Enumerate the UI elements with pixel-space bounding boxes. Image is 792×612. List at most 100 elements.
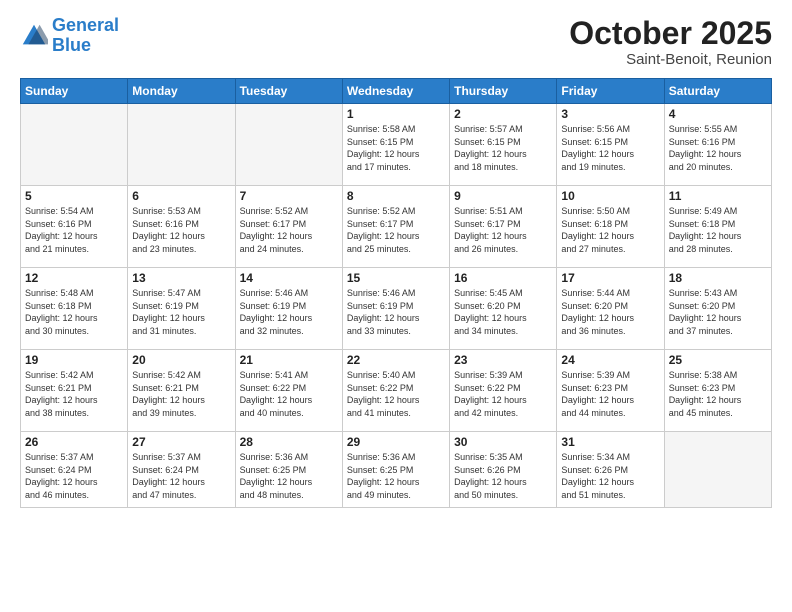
table-row: 16Sunrise: 5:45 AM Sunset: 6:20 PM Dayli…: [450, 268, 557, 350]
title-block: October 2025 Saint-Benoit, Reunion: [569, 16, 772, 68]
day-info: Sunrise: 5:39 AM Sunset: 6:23 PM Dayligh…: [561, 369, 659, 419]
header: General Blue October 2025 Saint-Benoit, …: [20, 16, 772, 68]
table-row: 23 Sunrise: 5:39 AM Sunset: 6:22 PM Dayli…: [450, 350, 557, 432]
table-row: 27 Sunrise: 5:37 AM Sunset: 6:24 PM Dayli…: [128, 432, 235, 508]
day-info: Sunrise: 5:53 AM Sunset: 6:16 PM Dayligh…: [132, 205, 230, 255]
day-info: Sunrise: 5:44 AM Sunset: 6:20 PM Dayligh…: [561, 287, 659, 337]
table-row: 25 Sunrise: 5:38 AM Sunset: 6:23 PM Dayli…: [664, 350, 771, 432]
day-number: 16: [454, 271, 552, 285]
table-row: 7 Sunrise: 5:52 AM Sunset: 6:17 PM Daylig…: [235, 186, 342, 268]
location-subtitle: Saint-Benoit, Reunion: [569, 51, 772, 68]
day-number: 18: [669, 271, 767, 285]
day-number: 21: [240, 353, 338, 367]
day-number: 26: [25, 435, 123, 449]
day-info: Sunrise: 5:40 AM Sunset: 6:22 PM Dayligh…: [347, 369, 445, 419]
table-row: 26 Sunrise: 5:37 AM Sunset: 6:24 PM Dayli…: [21, 432, 128, 508]
table-row: [664, 432, 771, 508]
day-number: 23: [454, 353, 552, 367]
day-info: Sunrise: 5:37 AM Sunset: 6:24 PM Dayligh…: [132, 451, 230, 501]
day-info: Sunrise: 5:41 AM Sunset: 6:22 PM Dayligh…: [240, 369, 338, 419]
table-row: 14 Sunrise: 5:46 AM Sunset: 6:19 PM Dayli…: [235, 268, 342, 350]
day-info: Sunrise: 5:47 AM Sunset: 6:19 PM Dayligh…: [132, 287, 230, 337]
table-row: [235, 104, 342, 186]
col-sunday: Sunday: [21, 79, 128, 104]
day-info: Sunrise: 5:37 AM Sunset: 6:24 PM Dayligh…: [25, 451, 123, 501]
day-info: Sunrise: 5:55 AM Sunset: 6:16 PM Dayligh…: [669, 123, 767, 173]
day-info: Sunrise: 5:46 AM Sunset: 6:19 PM Dayligh…: [347, 287, 445, 337]
day-info: Sunrise: 5:42 AM Sunset: 6:21 PM Dayligh…: [25, 369, 123, 419]
day-number: 27: [132, 435, 230, 449]
logo-text: General Blue: [52, 16, 119, 56]
calendar: Sunday Monday Tuesday Wednesday Thursday…: [20, 78, 772, 508]
table-row: 20 Sunrise: 5:42 AM Sunset: 6:21 PM Dayli…: [128, 350, 235, 432]
day-number: 9: [454, 189, 552, 203]
day-info: Sunrise: 5:42 AM Sunset: 6:21 PM Dayligh…: [132, 369, 230, 419]
table-row: 10 Sunrise: 5:50 AM Sunset: 6:18 PM Dayli…: [557, 186, 664, 268]
day-info: Sunrise: 5:51 AM Sunset: 6:17 PM Dayligh…: [454, 205, 552, 255]
table-row: 29 Sunrise: 5:36 AM Sunset: 6:25 PM Dayli…: [342, 432, 449, 508]
table-row: 3 Sunrise: 5:56 AM Sunset: 6:15 PM Daylig…: [557, 104, 664, 186]
page: General Blue October 2025 Saint-Benoit, …: [0, 0, 792, 612]
day-info: Sunrise: 5:36 AM Sunset: 6:25 PM Dayligh…: [347, 451, 445, 501]
day-number: 22: [347, 353, 445, 367]
day-number: 11: [669, 189, 767, 203]
table-row: 2 Sunrise: 5:57 AM Sunset: 6:15 PM Daylig…: [450, 104, 557, 186]
day-number: 25: [669, 353, 767, 367]
col-thursday: Thursday: [450, 79, 557, 104]
table-row: 30 Sunrise: 5:35 AM Sunset: 6:26 PM Dayli…: [450, 432, 557, 508]
day-number: 30: [454, 435, 552, 449]
day-number: 29: [347, 435, 445, 449]
table-row: 4 Sunrise: 5:55 AM Sunset: 6:16 PM Daylig…: [664, 104, 771, 186]
day-info: Sunrise: 5:52 AM Sunset: 6:17 PM Dayligh…: [240, 205, 338, 255]
day-number: 12: [25, 271, 123, 285]
day-number: 10: [561, 189, 659, 203]
day-number: 31: [561, 435, 659, 449]
calendar-body: 1Sunrise: 5:58 AM Sunset: 6:15 PM Daylig…: [21, 104, 772, 508]
logo: General Blue: [20, 16, 119, 56]
logo-icon: [20, 22, 48, 50]
day-number: 24: [561, 353, 659, 367]
table-row: 31 Sunrise: 5:34 AM Sunset: 6:26 PM Dayli…: [557, 432, 664, 508]
day-info: Sunrise: 5:57 AM Sunset: 6:15 PM Dayligh…: [454, 123, 552, 173]
day-info: Sunrise: 5:49 AM Sunset: 6:18 PM Dayligh…: [669, 205, 767, 255]
calendar-header-row: Sunday Monday Tuesday Wednesday Thursday…: [21, 79, 772, 104]
day-info: Sunrise: 5:58 AM Sunset: 6:15 PM Dayligh…: [347, 123, 445, 173]
col-wednesday: Wednesday: [342, 79, 449, 104]
col-saturday: Saturday: [664, 79, 771, 104]
day-info: Sunrise: 5:46 AM Sunset: 6:19 PM Dayligh…: [240, 287, 338, 337]
day-info: Sunrise: 5:39 AM Sunset: 6:22 PM Dayligh…: [454, 369, 552, 419]
day-number: 4: [669, 107, 767, 121]
table-row: 19 Sunrise: 5:42 AM Sunset: 6:21 PM Dayli…: [21, 350, 128, 432]
day-info: Sunrise: 5:56 AM Sunset: 6:15 PM Dayligh…: [561, 123, 659, 173]
day-number: 15: [347, 271, 445, 285]
day-info: Sunrise: 5:52 AM Sunset: 6:17 PM Dayligh…: [347, 205, 445, 255]
day-number: 17: [561, 271, 659, 285]
day-number: 20: [132, 353, 230, 367]
table-row: 8 Sunrise: 5:52 AM Sunset: 6:17 PM Daylig…: [342, 186, 449, 268]
table-row: [21, 104, 128, 186]
table-row: 5Sunrise: 5:54 AM Sunset: 6:16 PM Daylig…: [21, 186, 128, 268]
day-info: Sunrise: 5:43 AM Sunset: 6:20 PM Dayligh…: [669, 287, 767, 337]
day-info: Sunrise: 5:50 AM Sunset: 6:18 PM Dayligh…: [561, 205, 659, 255]
table-row: 17 Sunrise: 5:44 AM Sunset: 6:20 PM Dayli…: [557, 268, 664, 350]
table-row: 22 Sunrise: 5:40 AM Sunset: 6:22 PM Dayli…: [342, 350, 449, 432]
day-number: 13: [132, 271, 230, 285]
table-row: 9 Sunrise: 5:51 AM Sunset: 6:17 PM Daylig…: [450, 186, 557, 268]
table-row: 13 Sunrise: 5:47 AM Sunset: 6:19 PM Dayli…: [128, 268, 235, 350]
day-info: Sunrise: 5:38 AM Sunset: 6:23 PM Dayligh…: [669, 369, 767, 419]
table-row: 11 Sunrise: 5:49 AM Sunset: 6:18 PM Dayli…: [664, 186, 771, 268]
day-number: 7: [240, 189, 338, 203]
day-number: 3: [561, 107, 659, 121]
day-number: 2: [454, 107, 552, 121]
day-number: 19: [25, 353, 123, 367]
col-tuesday: Tuesday: [235, 79, 342, 104]
table-row: 12Sunrise: 5:48 AM Sunset: 6:18 PM Dayli…: [21, 268, 128, 350]
table-row: 18 Sunrise: 5:43 AM Sunset: 6:20 PM Dayli…: [664, 268, 771, 350]
table-row: 1Sunrise: 5:58 AM Sunset: 6:15 PM Daylig…: [342, 104, 449, 186]
day-number: 8: [347, 189, 445, 203]
day-number: 28: [240, 435, 338, 449]
day-number: 14: [240, 271, 338, 285]
day-number: 6: [132, 189, 230, 203]
day-info: Sunrise: 5:34 AM Sunset: 6:26 PM Dayligh…: [561, 451, 659, 501]
day-info: Sunrise: 5:35 AM Sunset: 6:26 PM Dayligh…: [454, 451, 552, 501]
